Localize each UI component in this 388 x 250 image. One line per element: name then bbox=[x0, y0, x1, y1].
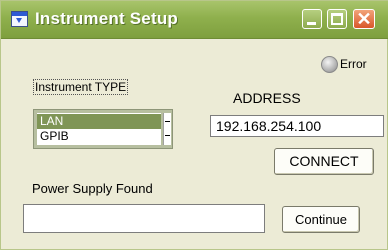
close-icon: ✕ bbox=[356, 9, 372, 29]
listbox-scrollbar[interactable] bbox=[163, 113, 171, 145]
instrument-type-listbox[interactable]: LAN GPIB bbox=[33, 109, 173, 149]
scroll-up-icon[interactable] bbox=[165, 121, 170, 122]
window-title: Instrument Setup bbox=[35, 9, 178, 28]
list-item-lan[interactable]: LAN bbox=[37, 114, 161, 129]
window-app-icon[interactable] bbox=[11, 11, 28, 27]
address-input[interactable] bbox=[210, 115, 384, 137]
minimize-icon bbox=[307, 22, 316, 25]
maximize-button[interactable] bbox=[327, 9, 347, 29]
error-led-icon bbox=[321, 56, 338, 73]
instrument-setup-window: Instrument Setup ✕ Error Instrument TYPE… bbox=[0, 0, 388, 250]
maximize-icon bbox=[331, 13, 343, 25]
instrument-type-label: Instrument TYPE bbox=[33, 79, 129, 95]
error-label: Error bbox=[340, 57, 367, 71]
list-item-gpib[interactable]: GPIB bbox=[37, 129, 161, 144]
title-bar[interactable]: Instrument Setup ✕ bbox=[1, 1, 388, 39]
power-supply-label: Power Supply Found bbox=[32, 181, 153, 196]
power-supply-field[interactable] bbox=[23, 204, 265, 233]
minimize-button[interactable] bbox=[302, 9, 322, 29]
close-button[interactable]: ✕ bbox=[353, 9, 375, 29]
connect-button[interactable]: CONNECT bbox=[274, 148, 374, 175]
address-label: ADDRESS bbox=[233, 90, 301, 106]
scroll-down-icon[interactable] bbox=[165, 135, 170, 136]
continue-button[interactable]: Continue bbox=[282, 206, 360, 233]
